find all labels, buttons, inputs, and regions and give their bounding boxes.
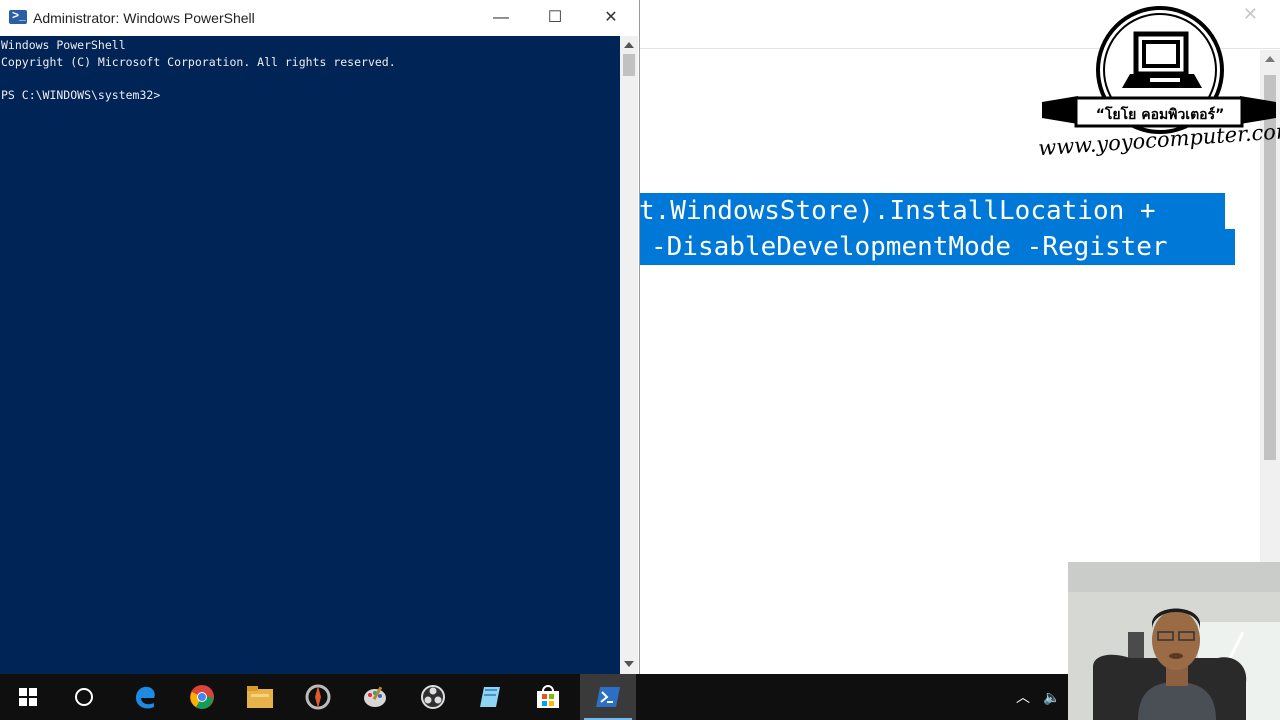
notepad-icon[interactable] — [462, 674, 518, 720]
yoyo-computer-logo: “โยโย คอมพิวเตอร์” www.yoyocomputer.com — [1037, 4, 1280, 174]
selected-code-line-1[interactable]: t.WindowsStore).InstallLocation + — [639, 193, 1225, 229]
volume-icon[interactable]: 🔈 — [1043, 674, 1060, 720]
console-area[interactable]: Windows PowerShell Copyright (C) Microso… — [0, 36, 620, 674]
powershell-taskbar-icon[interactable] — [580, 674, 636, 720]
window-title: Administrator: Windows PowerShell — [33, 10, 255, 26]
console-prompt[interactable]: PS C:\WINDOWS\system32> — [1, 88, 160, 102]
scroll-down-icon[interactable] — [624, 661, 634, 667]
close-button[interactable]: ✕ — [588, 0, 634, 36]
edge-icon[interactable] — [117, 674, 173, 720]
scroll-up-icon[interactable] — [624, 42, 634, 48]
console-line: Windows PowerShell — [1, 38, 126, 52]
windows-start-icon[interactable] — [0, 674, 56, 720]
title-bar[interactable]: >_ Administrator: Windows PowerShell — ☐… — [0, 0, 639, 36]
show-hidden-icons-icon[interactable]: ︿ — [1016, 674, 1030, 720]
logo-name: “โยโย คอมพิวเตอร์” — [1095, 107, 1225, 123]
minimize-button[interactable]: — — [478, 0, 524, 36]
app-icon[interactable] — [290, 674, 346, 720]
file-explorer-icon[interactable] — [232, 674, 288, 720]
console-line: Copyright (C) Microsoft Corporation. All… — [1, 55, 396, 69]
chrome-icon[interactable] — [174, 674, 230, 720]
powershell-icon[interactable]: >_ — [9, 8, 27, 24]
selected-code-line-2[interactable]: -DisableDevelopmentMode -Register — [639, 229, 1235, 265]
paint-icon[interactable] — [347, 674, 403, 720]
maximize-button[interactable]: ☐ — [532, 0, 578, 36]
obs-icon[interactable] — [405, 674, 461, 720]
cortana-icon[interactable] — [56, 674, 112, 720]
console-scrollbar[interactable] — [620, 36, 638, 674]
webcam-overlay — [1068, 562, 1280, 720]
powershell-window[interactable]: >_ Administrator: Windows PowerShell — ☐… — [0, 0, 639, 674]
store-icon[interactable] — [520, 674, 576, 720]
scroll-thumb[interactable] — [623, 54, 635, 76]
